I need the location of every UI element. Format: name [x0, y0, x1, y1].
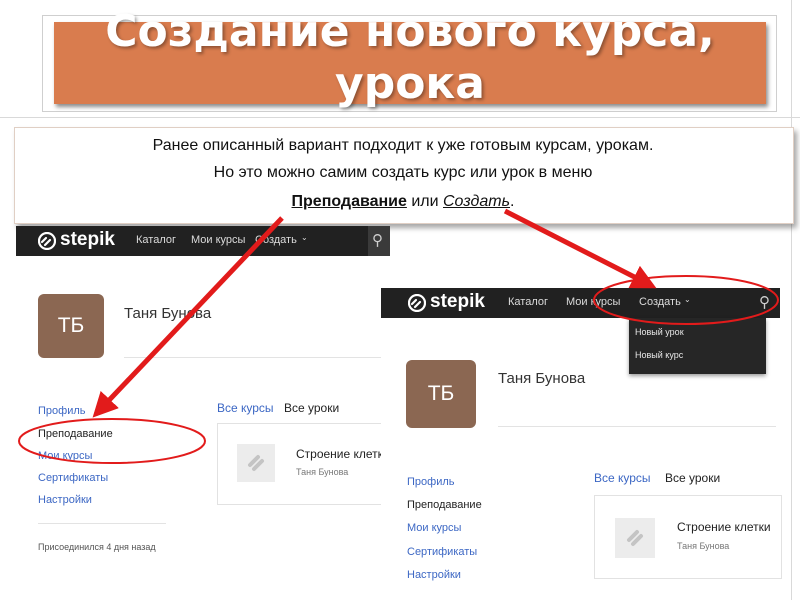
arrow-to-teaching — [92, 216, 284, 418]
create-highlight-ellipse — [593, 275, 779, 325]
arrow-to-create — [503, 208, 657, 289]
annotation-overlay — [18, 208, 779, 464]
teaching-highlight-ellipse — [18, 418, 206, 464]
